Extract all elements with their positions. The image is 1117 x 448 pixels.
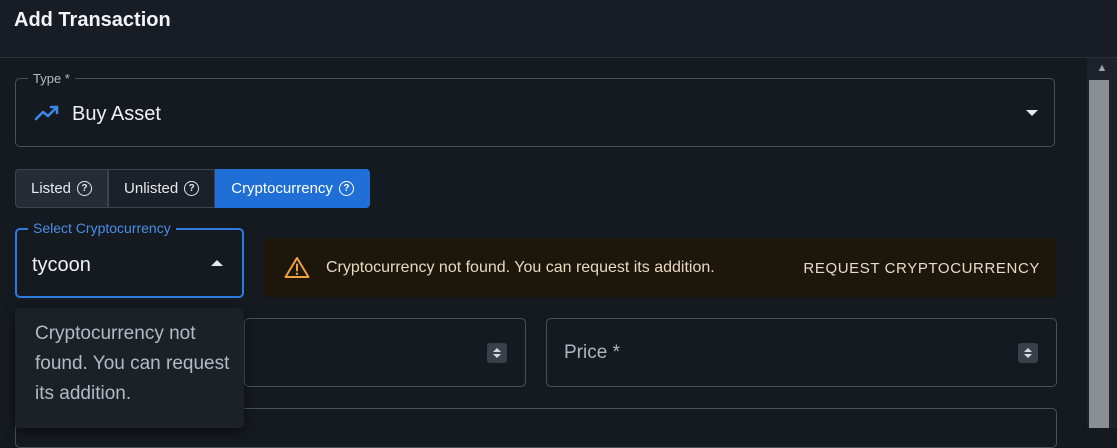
quantity-stepper[interactable] (487, 343, 507, 363)
not-found-alert: Cryptocurrency not found. You can reques… (264, 238, 1057, 297)
price-label: Price * (564, 342, 620, 363)
price-field[interactable]: Price * (546, 318, 1057, 387)
chevron-down-icon[interactable] (1026, 110, 1038, 116)
stepper-down-icon[interactable] (1024, 354, 1032, 358)
toggle-listed-label: Listed (31, 180, 72, 197)
scrollbar[interactable]: ▲ (1087, 58, 1117, 428)
stepper-down-icon[interactable] (493, 354, 501, 358)
crypto-search-input[interactable]: tycoon (32, 254, 91, 277)
type-label: Type * (28, 71, 75, 86)
toggle-cryptocurrency[interactable]: Cryptocurrency ? (215, 169, 370, 208)
dialog-header: Add Transaction (0, 0, 1117, 58)
scroll-up-icon[interactable]: ▲ (1087, 58, 1117, 78)
quantity-field[interactable] (244, 318, 526, 387)
type-select[interactable]: Type * Buy Asset (15, 71, 1055, 147)
stepper-up-icon[interactable] (493, 348, 501, 352)
no-options-text: Cryptocurrency not found. You can reques… (35, 323, 230, 404)
toggle-unlisted[interactable]: Unlisted ? (108, 169, 216, 208)
scrollbar-thumb[interactable] (1089, 80, 1109, 428)
help-circle-icon: ? (338, 181, 354, 196)
dialog-title: Add Transaction (14, 9, 171, 31)
help-circle-icon: ? (184, 181, 200, 196)
price-stepper[interactable] (1018, 343, 1038, 363)
toggle-cryptocurrency-label: Cryptocurrency (231, 180, 333, 197)
toggle-listed[interactable]: Listed ? (15, 169, 109, 208)
crypto-options-popover: Cryptocurrency not found. You can reques… (15, 308, 244, 428)
trending-up-icon (34, 105, 59, 121)
toggle-unlisted-label: Unlisted (124, 180, 179, 197)
alert-message: Cryptocurrency not found. You can reques… (326, 259, 715, 276)
type-value: Buy Asset (72, 103, 161, 125)
chevron-up-icon[interactable] (211, 260, 223, 266)
asset-kind-toggle-group: Listed ? Unlisted ? Cryptocurrency ? (15, 169, 370, 208)
request-cryptocurrency-button[interactable]: REQUEST CRYPTOCURRENCY (803, 260, 1040, 277)
crypto-select-label: Select Cryptocurrency (28, 220, 176, 236)
help-circle-icon: ? (77, 181, 93, 196)
stepper-up-icon[interactable] (1024, 348, 1032, 352)
warning-icon (284, 257, 310, 278)
crypto-select[interactable]: Select Cryptocurrency tycoon (15, 220, 244, 298)
